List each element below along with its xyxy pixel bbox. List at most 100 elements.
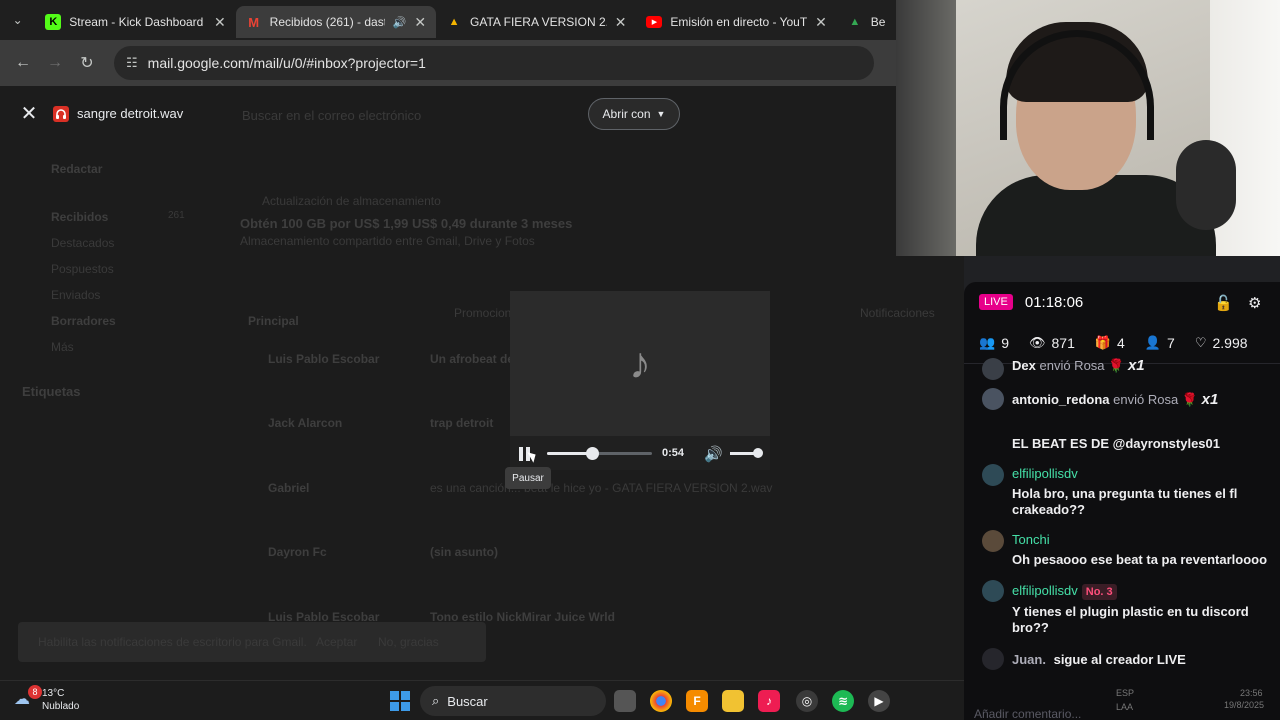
chat-username[interactable]: antonio_redona [1012,392,1110,407]
elapsed-time: 0:54 [662,447,685,459]
reload-icon[interactable]: ↻ [74,50,100,76]
notification-snackbar: Habilita las notificaciones de escritori… [18,622,486,662]
obs-icon[interactable]: ◎ [796,690,818,712]
forward-arrow-icon[interactable]: → [42,50,68,76]
url-text: mail.google.com/mail/u/0/#inbox?projecto… [147,55,426,71]
avatar [982,530,1004,552]
tab-close-icon[interactable]: ✕ [214,14,226,31]
media-player-icon[interactable]: ▶ [868,690,890,712]
subject-ghost: trap detroit [430,416,494,430]
tab-close-icon[interactable]: ✕ [815,14,827,31]
kick-icon: K [45,14,62,30]
back-arrow-icon[interactable]: ← [10,50,36,76]
lang-indicator[interactable]: ESP [1116,688,1134,698]
tab-youtube[interactable]: ▶ Emisión en directo - YouTu ✕ [636,6,836,38]
weather-widget[interactable]: ☁ 8 13°C Nublado [14,685,80,713]
volume-icon[interactable]: 🔊 [704,445,723,463]
chrome-icon[interactable] [650,690,672,712]
windows-taskbar: ☁ 8 13°C Nublado ⌕ Buscar F ♪ ◎ ≋ ▶ [0,680,964,720]
spotify-icon[interactable]: ≋ [832,690,854,712]
rose-icon: 🌹 [1181,392,1198,407]
stat-likes: ♡ 2.998 [1195,335,1248,351]
rose-icon: 🌹 [1108,358,1125,373]
chat-message: EL BEAT ES DE @dayronstyles01 [1012,436,1272,452]
taskbar-search[interactable]: ⌕ Buscar [420,686,606,716]
caret-down-icon: ▼ [656,109,666,119]
promo-line-ghost: Obtén 100 GB por US$ 1,99 US$ 0,49 duran… [240,216,573,231]
live-badge: LIVE [979,294,1013,310]
chat-username[interactable]: elfilipollisdv [1012,583,1078,598]
site-info-icon[interactable]: ☷ [126,55,138,71]
weather-badge: 8 [28,685,42,699]
gmail-page-dimmed: Buscar en el correo electrónico Redactar… [0,86,964,680]
volume-slider[interactable] [730,448,763,458]
windows-start-icon[interactable] [390,691,410,711]
speaker-icon[interactable]: 🔊 [393,16,407,29]
nav-sent-ghost: Enviados [51,288,101,302]
youtube-icon: ▶ [646,16,663,28]
file-explorer-icon[interactable] [722,690,744,712]
chat-message: Tonchi Oh pesaooo ese beat ta pa reventa… [1012,532,1272,568]
seek-handle[interactable] [586,447,600,460]
player-artwork: ♪ [510,291,770,436]
audio-player: ♪ 0:54 🔊 [510,291,770,471]
tab-drive-2[interactable]: ▲ Be [837,6,896,38]
nav-inbox-count-ghost: 261 [168,210,185,221]
avatar [982,388,1004,410]
chat-text: sigue al creador LIVE [1053,652,1186,667]
screen: ⌄ K Stream - Kick Dashboard ✕ M Recibido… [0,0,1280,720]
tab-kick-dashboard[interactable]: K Stream - Kick Dashboard ✕ [35,6,235,38]
tab-title: GATA FIERA VERSION 2.wa [470,15,607,29]
volume-handle[interactable] [753,448,763,458]
drive-icon: ▲ [849,16,861,28]
tiktok-live-icon[interactable]: ♪ [758,690,780,712]
tab-close-icon[interactable]: ✕ [414,14,426,31]
nav-inbox-ghost: Recibidos [51,210,109,224]
lang-indicator-2[interactable]: LAA [1116,702,1133,712]
chat-messages: Dex envió Rosa 🌹 x1 antonio_redona envió… [964,358,1280,670]
chat-username[interactable]: Dex [1012,358,1036,373]
seek-bar[interactable] [547,447,652,460]
tab-title: Stream - Kick Dashboard [69,15,204,29]
fl-studio-icon[interactable]: F [686,690,708,712]
cloud-icon: ☁ 8 [14,685,42,711]
gift-multiplier: x1 [1201,391,1219,408]
stat-views-value: 871 [1051,334,1075,351]
promo-title-ghost: Actualización de almacenamiento [262,194,441,208]
live-timer: 01:18:06 [1024,293,1084,311]
tab-close-icon[interactable]: ✕ [615,14,627,31]
headphones-icon [53,106,69,122]
taskbar-search-label: Buscar [447,693,488,709]
nav-starred-ghost: Destacados [51,236,115,250]
chat-username[interactable]: Juan. [1012,652,1046,667]
sender-ghost: Gabriel [268,481,310,495]
stat-gifts: 🎁 4 [1095,335,1125,351]
weather-desc: Nublado [42,701,80,712]
tab-notifications-ghost: Notificaciones [860,306,935,320]
subject-ghost: (sin asunto) [430,545,498,559]
stat-followers-value: 7 [1167,334,1175,351]
close-icon[interactable]: ✕ [18,102,40,125]
snackbar-accept[interactable]: Aceptar [316,635,357,649]
stat-views: 👁 871 [1029,335,1075,351]
stat-followers: 👤 7 [1145,335,1175,351]
chat-text: Oh pesaooo ese beat ta pa reventarloooo [1012,552,1268,567]
chat-text: Hola bro, una pregunta tu tienes el fl c… [1012,486,1238,517]
gear-icon[interactable]: ⚙ [1248,294,1261,312]
chat-username[interactable]: Tonchi [1012,532,1272,548]
tab-search-chevron-icon[interactable]: ⌄ [0,0,35,40]
stat-users-value: 9 [1001,334,1009,351]
clock-date[interactable]: 19/8/2025 [1224,700,1264,710]
snackbar-decline[interactable]: No, gracias [378,635,439,649]
address-bar[interactable]: ☷ mail.google.com/mail/u/0/#inbox?projec… [114,46,874,80]
chat-message: antonio_redona envió Rosa 🌹 x1 [1012,392,1272,408]
lock-icon[interactable]: 🔓 [1214,294,1233,312]
tab-drive-file[interactable]: ▲ GATA FIERA VERSION 2.wa ✕ [436,6,636,38]
clock-time[interactable]: 23:56 [1240,688,1263,698]
task-view-icon[interactable] [614,690,636,712]
tab-gmail[interactable]: M Recibidos (261) - dasti 🔊 ✕ [235,6,437,38]
drive-icon: ▲ [448,16,460,28]
webcam-feed [896,0,1280,256]
open-with-button[interactable]: Abrir con ▼ [588,98,680,130]
chat-username[interactable]: elfilipollisdv [1012,466,1267,482]
